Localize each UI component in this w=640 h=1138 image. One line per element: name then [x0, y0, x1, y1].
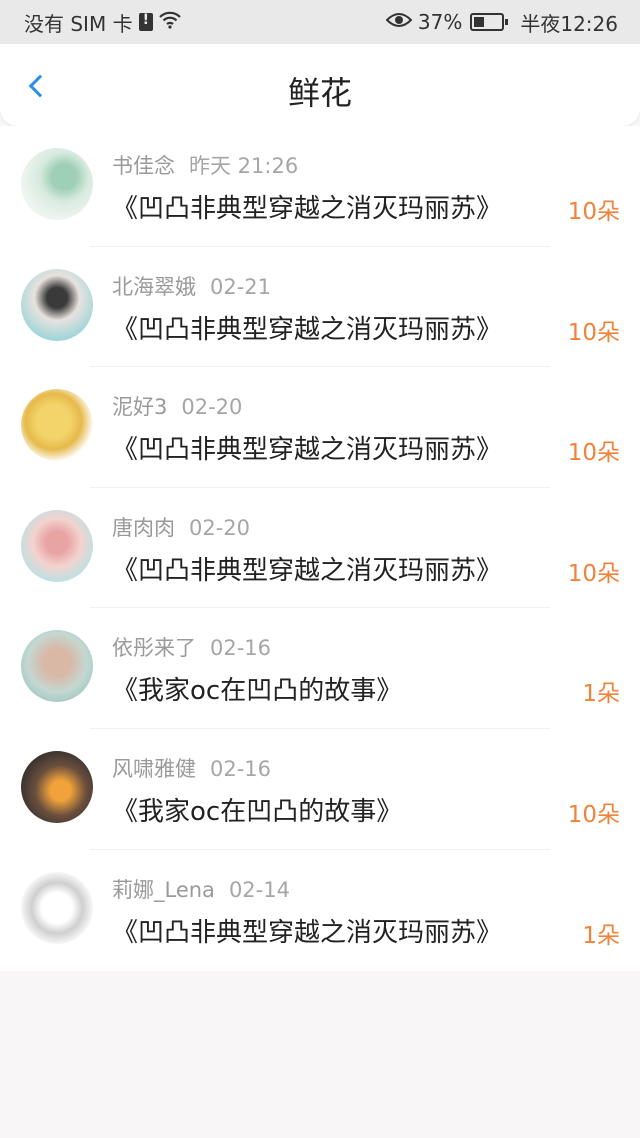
sender-name[interactable]: 书佳念 — [112, 154, 175, 178]
book-title[interactable]: 《凹凸非典型穿越之消灭玛丽苏》 — [112, 912, 502, 949]
record-date: 02-21 — [210, 274, 272, 299]
list-item[interactable]: 书佳念 昨天 21:26 《凹凸非典型穿越之消灭玛丽苏》 10朵 — [0, 126, 640, 247]
sender-name[interactable]: 唐肉肉 — [112, 516, 175, 540]
record-meta: 书佳念 昨天 21:26 — [112, 150, 298, 180]
book-title[interactable]: 《凹凸非典型穿越之消灭玛丽苏》 — [112, 429, 502, 466]
record-date: 02-16 — [210, 636, 272, 661]
flower-count: 10朵 — [567, 199, 620, 225]
page-title: 鲜花 — [287, 74, 352, 112]
record-meta: 唐肉肉 02-20 — [112, 512, 250, 542]
eye-icon — [385, 10, 413, 34]
record-meta: 莉娜_Lena 02-14 — [112, 874, 290, 904]
book-title[interactable]: 《凹凸非典型穿越之消灭玛丽苏》 — [112, 550, 502, 587]
avatar[interactable] — [21, 750, 93, 823]
flower-count: 10朵 — [567, 440, 620, 467]
sender-name[interactable]: 北海翠娥 — [112, 275, 196, 299]
list-item[interactable]: 北海翠娥 02-21 《凹凸非典型穿越之消灭玛丽苏》 10朵 — [0, 247, 640, 368]
nav-bar: 鲜花 — [0, 44, 640, 126]
record-meta: 风啸雅健 02-16 — [112, 753, 271, 783]
flower-count: 10朵 — [567, 560, 620, 587]
sender-name[interactable]: 依彤来了 — [112, 636, 196, 660]
sender-name[interactable]: 风啸雅健 — [112, 757, 196, 781]
avatar[interactable] — [21, 268, 93, 341]
status-bar: 没有 SIM 卡 37% 半夜12:26 — [0, 0, 640, 44]
flower-count: 1朵 — [582, 681, 620, 708]
flower-count: 10朵 — [567, 319, 620, 346]
battery-fill — [474, 17, 485, 27]
sim-alert-icon — [138, 12, 153, 31]
avatar[interactable] — [21, 148, 93, 220]
flower-count: 1朵 — [582, 922, 620, 949]
record-date: 02-20 — [189, 515, 251, 540]
record-meta: 北海翠娥 02-21 — [112, 271, 271, 301]
avatar[interactable] — [21, 871, 93, 944]
book-title[interactable]: 《我家oc在凹凸的故事》 — [112, 791, 402, 828]
sender-name[interactable]: 泥好3 — [112, 395, 167, 419]
book-title[interactable]: 《凹凸非典型穿越之消灭玛丽苏》 — [112, 188, 502, 225]
sender-name[interactable]: 莉娜_Lena — [112, 878, 215, 902]
record-meta: 依彤来了 02-16 — [112, 632, 271, 662]
record-meta: 泥好3 02-20 — [112, 391, 242, 421]
record-date: 02-14 — [228, 877, 290, 902]
status-right: 37% 半夜12:26 — [385, 8, 618, 37]
record-date: 昨天 21:26 — [189, 154, 299, 178]
battery-charging-icon — [470, 13, 509, 31]
carrier-text: 没有 SIM 卡 — [24, 11, 133, 36]
avatar[interactable] — [21, 509, 93, 582]
list-item[interactable]: 泥好3 02-20 《凹凸非典型穿越之消灭玛丽苏》 10朵 — [0, 367, 640, 488]
status-left: 没有 SIM 卡 — [24, 8, 181, 37]
battery-percent: 37% — [417, 10, 463, 34]
clock-text: 半夜12:26 — [520, 11, 618, 36]
flower-record-list: 书佳念 昨天 21:26 《凹凸非典型穿越之消灭玛丽苏》 10朵 北海翠娥 02-2… — [0, 126, 640, 971]
book-title[interactable]: 《我家oc在凹凸的故事》 — [112, 670, 402, 707]
avatar[interactable] — [21, 630, 93, 703]
list-item[interactable]: 依彤来了 02-16 《我家oc在凹凸的故事》 1朵 — [0, 608, 640, 729]
book-title[interactable]: 《凹凸非典型穿越之消灭玛丽苏》 — [112, 309, 502, 346]
list-item[interactable]: 风啸雅健 02-16 《我家oc在凹凸的故事》 10朵 — [0, 729, 640, 850]
list-item[interactable]: 唐肉肉 02-20 《凹凸非典型穿越之消灭玛丽苏》 10朵 — [0, 488, 640, 609]
record-date: 02-16 — [210, 756, 272, 781]
list-item[interactable]: 莉娜_Lena 02-14 《凹凸非典型穿越之消灭玛丽苏》 1朵 — [0, 850, 640, 971]
wifi-icon — [158, 11, 181, 34]
avatar[interactable] — [21, 389, 93, 462]
flower-count: 10朵 — [567, 801, 620, 828]
record-date: 02-20 — [181, 395, 243, 420]
